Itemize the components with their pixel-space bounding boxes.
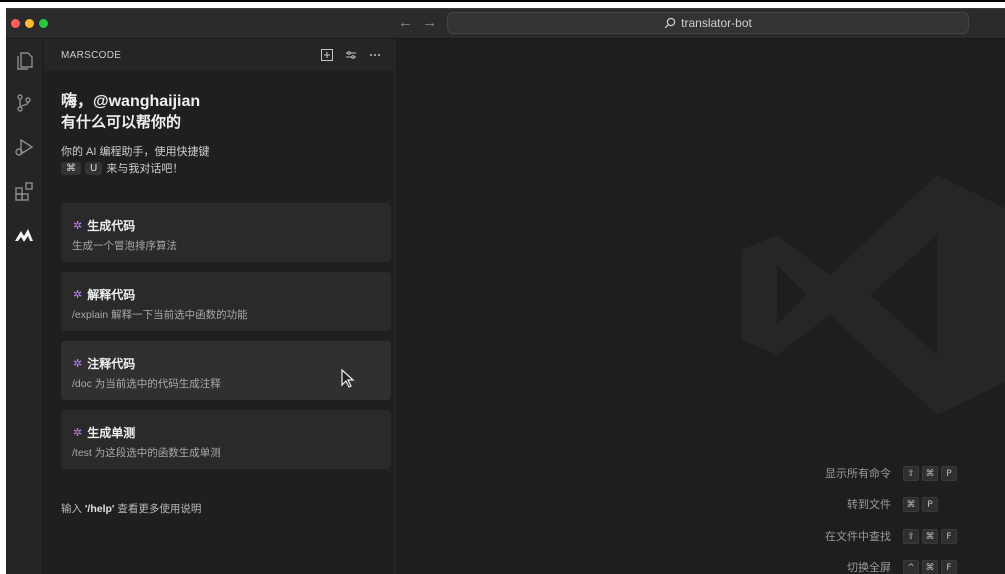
card-subtitle: /doc 为当前选中的代码生成注释 bbox=[72, 378, 221, 390]
panel-header: MARSCODE bbox=[43, 39, 396, 71]
editor-area: 显示所有命令 ⇧ ⌘ P 转到文件 ⌘ P 在文件中查找 ⇧ ⌘ F 切换全屏 … bbox=[396, 39, 1005, 574]
shortcut-hint: ⌘ U 来与我对话吧！ bbox=[61, 160, 183, 176]
help-command: '/help' bbox=[84, 503, 115, 515]
card-title: 生成代码 bbox=[87, 219, 136, 233]
greeting-line-1: 嗨，@wanghaijian bbox=[61, 93, 201, 110]
source-control-icon[interactable] bbox=[12, 91, 36, 115]
cmd-key: ⌘ bbox=[61, 161, 81, 175]
mouse-cursor-icon bbox=[341, 369, 355, 388]
card-title: 注释代码 bbox=[87, 357, 136, 371]
vscode-watermark-icon bbox=[742, 175, 1005, 415]
close-window-button[interactable] bbox=[11, 19, 20, 28]
sparkle-icon: ✲ bbox=[73, 220, 83, 232]
action-card-generate-tests[interactable]: ✲ 生成单测 /test 为这段选中的函数生成单测 bbox=[61, 410, 391, 469]
shortcut-find-in-files: 在文件中查找 ⇧ ⌘ F bbox=[825, 528, 957, 544]
shortcut-go-to-file: 转到文件 ⌘ P bbox=[847, 496, 938, 512]
sparkle-icon: ✲ bbox=[73, 358, 83, 370]
search-icon bbox=[664, 17, 676, 29]
sparkle-icon: ✲ bbox=[73, 289, 83, 301]
maximize-window-button[interactable] bbox=[39, 19, 48, 28]
marscode-panel: MARSCODE 嗨，@wanghaijian 有什么可以帮你的 你的 AI 编… bbox=[43, 39, 396, 574]
activity-bar bbox=[6, 39, 43, 574]
card-subtitle: /explain 解释一下当前选中函数的功能 bbox=[72, 309, 248, 321]
minimize-window-button[interactable] bbox=[25, 19, 34, 28]
card-subtitle: /test 为这段选中的函数生成单测 bbox=[72, 447, 221, 459]
settings-sliders-icon[interactable] bbox=[343, 47, 359, 63]
card-title: 生成单测 bbox=[87, 426, 136, 440]
greeting-line-2: 有什么可以帮你的 bbox=[61, 114, 182, 131]
help-hint: 输入 '/help' 查看更多使用说明 bbox=[61, 503, 202, 515]
run-debug-icon[interactable] bbox=[12, 135, 36, 159]
sparkle-icon: ✲ bbox=[73, 427, 83, 439]
shortcut-show-all-commands: 显示所有命令 ⇧ ⌘ P bbox=[825, 465, 957, 481]
u-key: U bbox=[85, 161, 103, 175]
marscode-icon[interactable] bbox=[12, 223, 36, 247]
extensions-icon[interactable] bbox=[12, 179, 36, 203]
top-border bbox=[0, 0, 1005, 2]
command-center-search[interactable]: translator-bot bbox=[447, 12, 969, 34]
explorer-icon[interactable] bbox=[12, 49, 36, 73]
assistant-description: 你的 AI 编程助手，使用快捷键 bbox=[61, 146, 210, 158]
new-chat-icon[interactable] bbox=[319, 47, 335, 63]
more-options-icon[interactable] bbox=[367, 47, 383, 63]
app-window: ← → translator-bot MARSCODE 嗨，@wanghaiji… bbox=[6, 8, 1005, 574]
shortcut-hint-text: 来与我对话吧！ bbox=[106, 163, 184, 175]
nav-forward-icon[interactable]: → bbox=[422, 14, 437, 31]
card-subtitle: 生成一个冒泡排序算法 bbox=[72, 240, 177, 252]
window-title: translator-bot bbox=[681, 16, 752, 30]
title-bar: ← → translator-bot bbox=[6, 9, 1005, 39]
panel-title: MARSCODE bbox=[61, 50, 122, 61]
action-card-explain-code[interactable]: ✲ 解释代码 /explain 解释一下当前选中函数的功能 bbox=[61, 272, 391, 331]
card-title: 解释代码 bbox=[87, 288, 136, 302]
action-card-generate-code[interactable]: ✲ 生成代码 生成一个冒泡排序算法 bbox=[61, 203, 391, 262]
nav-back-icon[interactable]: ← bbox=[398, 14, 413, 31]
shortcut-toggle-fullscreen: 切换全屏 ^ ⌘ F bbox=[847, 559, 957, 574]
